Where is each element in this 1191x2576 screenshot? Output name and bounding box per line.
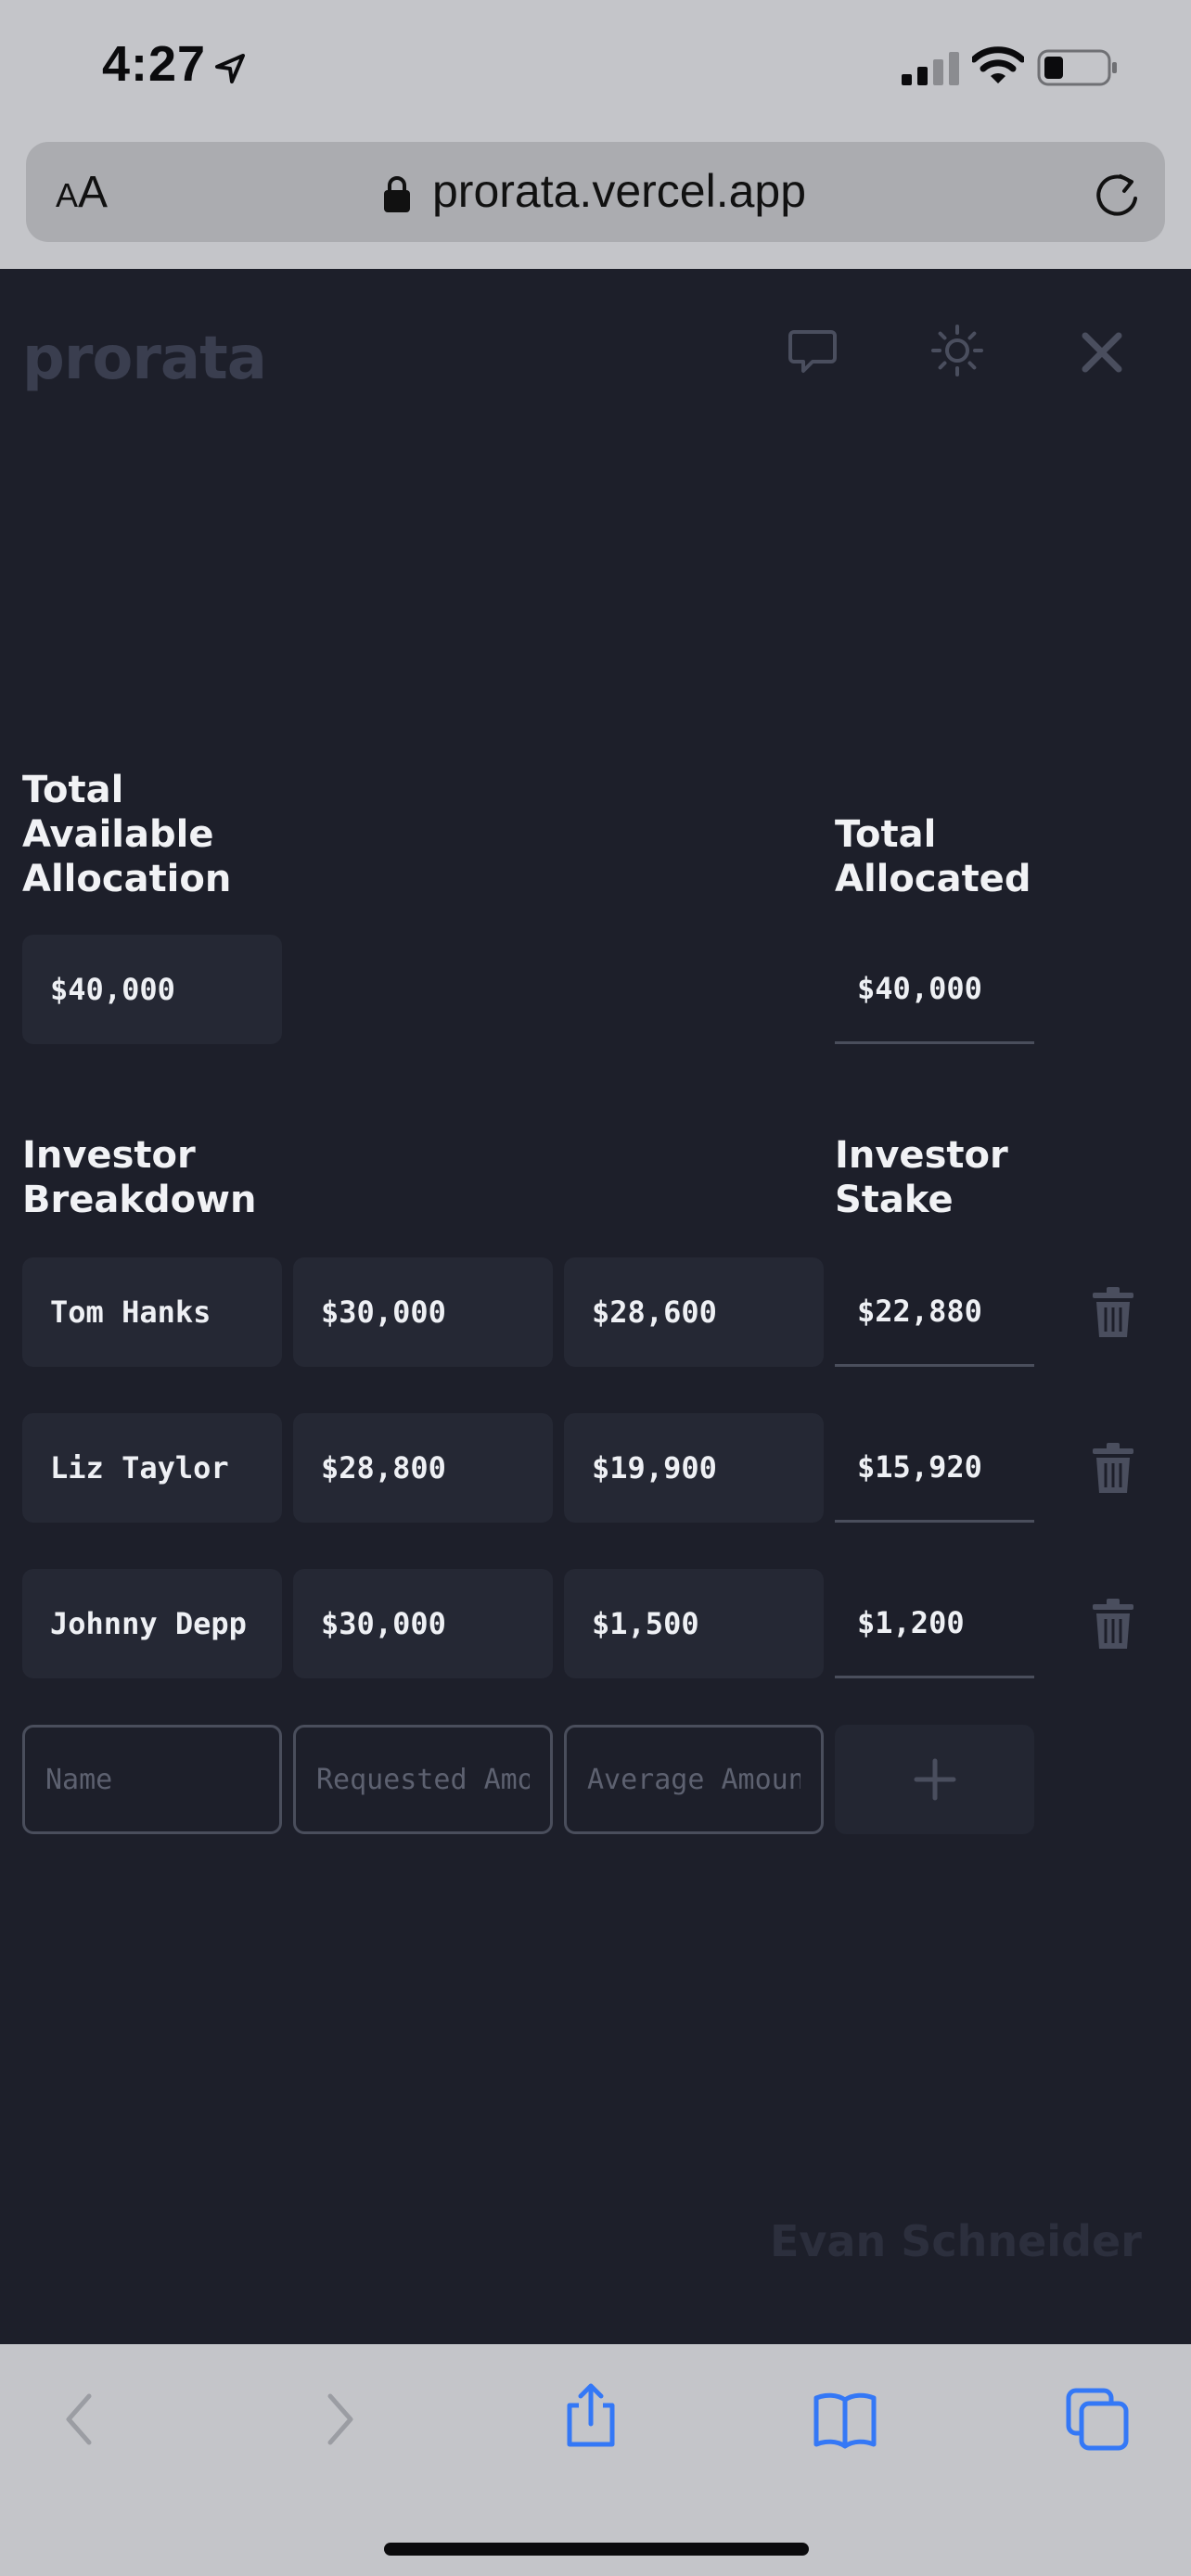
investor-name-input[interactable]: Liz Taylor (22, 1413, 282, 1523)
investor-stake-value: $1,200 (835, 1569, 1034, 1678)
status-time: 4:27 (102, 36, 207, 92)
total-available-input[interactable]: $40,000 (22, 935, 282, 1044)
investor-requested-input[interactable]: $28,800 (293, 1413, 553, 1523)
trash-icon[interactable] (1093, 1443, 1133, 1493)
total-allocated-value: $40,000 (835, 935, 1034, 1044)
browser-toolbar (0, 2344, 1191, 2576)
app-logo[interactable]: prorata (22, 325, 267, 393)
investor-name-input[interactable]: Johnny Depp (22, 1569, 282, 1678)
url-text: prorata.vercel.app (432, 165, 807, 217)
investor-average-input[interactable]: $1,500 (564, 1569, 824, 1678)
lock-icon (384, 176, 410, 212)
add-investor-button[interactable] (835, 1725, 1034, 1834)
total-available-heading: Total Available Allocation (22, 769, 232, 900)
bookmarks-icon[interactable] (813, 2387, 877, 2452)
wifi-icon (972, 46, 1024, 83)
investor-average-input[interactable]: $19,900 (564, 1413, 824, 1523)
investor-stake-value: $15,920 (835, 1413, 1034, 1523)
battery-icon (1037, 49, 1117, 86)
investor-breakdown-heading: Investor Breakdown (22, 1134, 257, 1221)
plus-icon (914, 1758, 955, 1801)
home-indicator[interactable] (384, 2543, 809, 2556)
location-arrow-icon (215, 54, 245, 83)
chat-icon[interactable] (785, 323, 840, 378)
trash-icon[interactable] (1093, 1287, 1133, 1337)
text-size-button[interactable]: AA (56, 167, 108, 218)
trash-icon[interactable] (1093, 1599, 1133, 1649)
back-icon[interactable] (48, 2387, 113, 2452)
signal-icon (902, 52, 959, 85)
investor-average-input[interactable]: $28,600 (564, 1257, 824, 1367)
new-investor-average-input[interactable] (564, 1725, 824, 1834)
app-page: prorata Total Available Allocation Total… (0, 269, 1191, 2344)
total-allocated-heading: Total Allocated (835, 813, 1031, 900)
reload-icon[interactable] (1093, 167, 1141, 219)
investor-requested-input[interactable]: $30,000 (293, 1257, 553, 1367)
tabs-icon[interactable] (1065, 2387, 1130, 2452)
forward-icon[interactable] (306, 2387, 371, 2452)
investor-stake-value: $22,880 (835, 1257, 1034, 1367)
investor-name-input[interactable]: Tom Hanks (22, 1257, 282, 1367)
author-credit[interactable]: Evan Schneider (770, 2216, 1142, 2266)
investor-stake-heading: Investor Stake (835, 1134, 1008, 1221)
new-investor-requested-input[interactable] (293, 1725, 553, 1834)
close-icon[interactable] (1074, 325, 1130, 380)
share-icon[interactable] (558, 2383, 623, 2448)
sun-icon[interactable] (929, 323, 985, 378)
new-investor-name-input[interactable] (22, 1725, 282, 1834)
investor-requested-input[interactable]: $30,000 (293, 1569, 553, 1678)
